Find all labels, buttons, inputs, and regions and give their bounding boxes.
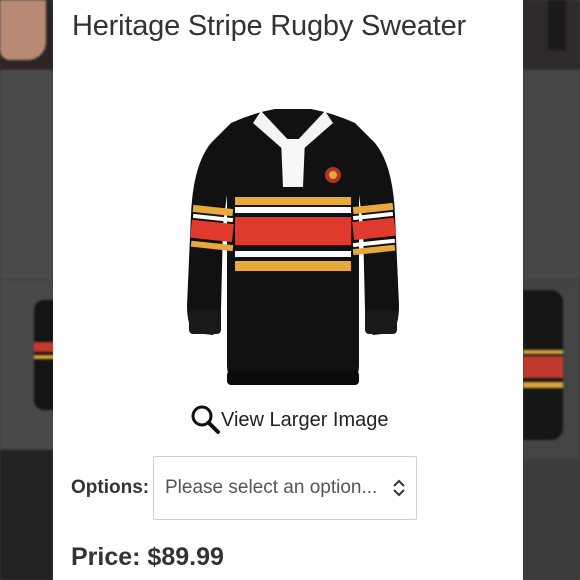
background-stripe (523, 382, 563, 388)
background-tile (0, 0, 53, 70)
product-title: Heritage Stripe Rugby Sweater (72, 10, 466, 42)
background-tile (523, 460, 580, 580)
background-tile (523, 0, 580, 70)
page-stage: Heritage Stripe Rugby Sweater View Large… (0, 0, 580, 580)
stripe-gold-bottom (235, 261, 351, 271)
options-row: Options: Please select an option... (71, 456, 417, 520)
chevron-up-down-icon (393, 479, 405, 497)
options-select-value: Please select an option... (165, 477, 378, 498)
view-larger-image-label: View Larger Image (221, 408, 389, 431)
right-cuff (365, 310, 397, 334)
background-tile (0, 450, 53, 580)
options-select[interactable]: Please select an option... (153, 456, 417, 520)
view-larger-image-link[interactable]: View Larger Image (189, 404, 389, 436)
stripe-white-top (235, 207, 351, 213)
stripe-red (235, 217, 351, 245)
hem (227, 371, 359, 385)
options-label: Options: (71, 477, 150, 498)
background-tile (523, 280, 580, 460)
background-hand (0, 0, 46, 60)
background-stripe (523, 356, 563, 378)
placket (281, 139, 305, 187)
background-tile (523, 70, 580, 280)
left-cuff (189, 310, 221, 334)
product-price: Price: $89.99 (71, 543, 224, 571)
stripe-gold-top (235, 197, 351, 205)
background-tile (0, 70, 53, 280)
background-arm (548, 0, 566, 50)
crest-badge-inner (329, 171, 337, 179)
background-stripe (523, 350, 563, 354)
magnifier-icon (191, 405, 220, 434)
background-tile (0, 280, 56, 450)
stripe-white-bottom (235, 251, 351, 257)
product-card: Heritage Stripe Rugby Sweater View Large… (53, 0, 523, 580)
product-image[interactable] (183, 105, 403, 390)
